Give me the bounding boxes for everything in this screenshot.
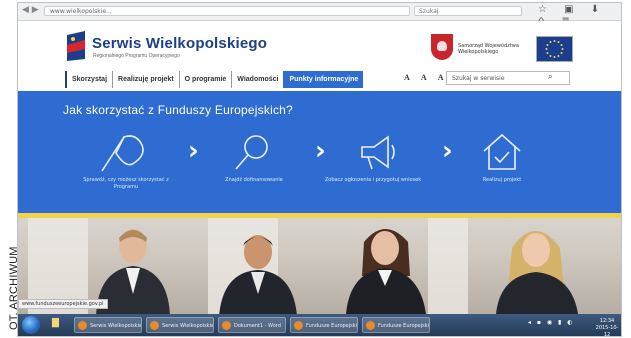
browser-toolbar: ◀ ▶ www.wielkopolskie... Szukaj ☆ ▣ ⬇ ⌂ … [18,3,621,26]
start-button[interactable] [22,316,40,334]
font-size-controls[interactable]: A A A [404,73,449,82]
house-icon [483,133,521,170]
menu-item-realizuje-projekt[interactable]: Realizuję projekt [112,71,179,88]
hero-title: Jak skorzystać z Funduszy Europejskich? [63,103,293,117]
step-2-label[interactable]: Znajdź dofinansowanie [214,177,294,184]
windows-taskbar: ▇ Serwis Wielkopolskiego Serwis Wielkopo… [18,314,621,336]
photo-credit: OT. ARCHIWUM [0,0,20,338]
folder-icon[interactable]: ▇ [52,318,59,328]
taskbar-item[interactable]: Serwis Wielkopolskiego [74,317,142,333]
hero-section: Jak skorzystać z Funduszy Europejskich? … [18,91,621,217]
person-woman-photo [346,229,426,314]
taskbar-item[interactable]: Dokument1 - Word [218,317,286,333]
step-2[interactable] [230,131,274,179]
magnifier-icon [235,135,268,170]
taskbar-item[interactable]: Serwis Wielkopolskiego [146,317,214,333]
step-4[interactable] [480,131,524,179]
site-title[interactable]: Serwis Wielkopolskiego [92,35,267,52]
chevron-right-icon: › [442,136,453,166]
window-light [428,218,468,314]
chevron-right-icon: › [188,136,199,166]
step-4-label[interactable]: Realizuj projekt [470,177,534,184]
step-3-label[interactable]: Zobacz ogłoszenia i przygotuj wniosek [318,177,428,184]
search-icon[interactable]: ⌕ [548,72,552,82]
clock-date: 2015-10-12 [595,325,619,337]
address-bar[interactable]: www.wielkopolskie... [44,6,410,16]
taskbar-item[interactable]: Fundusze Europejskie [362,317,430,333]
flag-icon [101,135,144,172]
status-bar-url: www.funduszeeuropejskie.gov.pl [18,299,108,309]
browser-search-placeholder: Szukaj [419,8,439,15]
megaphone-icon [361,135,395,170]
clock[interactable]: 12:34 2015-10-12 [593,318,621,337]
site-search-placeholder: Szukaj w serwisie [452,75,505,82]
menu-item-o-programie[interactable]: O programie [178,71,232,88]
menu-item-wiadomosci[interactable]: Wiadomości [231,71,283,88]
crest-text: Samorząd Województwa Wielkopolskiego [458,43,519,55]
step-3[interactable] [356,131,400,179]
browser-search-input[interactable]: Szukaj [414,6,522,16]
back-forward-icon[interactable]: ◀ ▶ [22,5,39,15]
browser-screen: ◀ ▶ www.wielkopolskie... Szukaj ☆ ▣ ⬇ ⌂ … [17,2,622,337]
clock-time: 12:34 [599,318,615,324]
chevron-right-icon: › [315,136,326,166]
main-menu: Skorzystaj Realizuję projekt O programie… [65,71,364,88]
person-man-photo [219,235,297,314]
step-1[interactable] [96,131,152,179]
menu-item-punkty-informacyjne[interactable]: Punkty informacyjne [283,71,364,88]
step-1-label[interactable]: Sprawdź, czy możesz skorzystać z Program… [76,177,176,191]
crest-icon [431,34,453,60]
taskbar-item[interactable]: Fundusze Europejskie [290,317,358,333]
fundusze-logo-icon[interactable] [65,31,87,61]
menu-item-skorzystaj[interactable]: Skorzystaj [65,71,112,88]
site-header: Serwis Wielkopolskiego Regionalnego Prog… [18,21,621,91]
system-tray-icons[interactable]: ◂ ▪ ◉ ▮ ◐ [528,319,574,326]
person-blonde-woman-photo [496,231,578,314]
address-text: www.wielkopolskie... [50,8,112,15]
hero-photo: www.funduszeeuropejskie.gov.pl [18,218,621,314]
eu-flag-icon [536,36,573,62]
site-subtitle: Regionalnego Programu Operacyjnego [93,53,180,59]
